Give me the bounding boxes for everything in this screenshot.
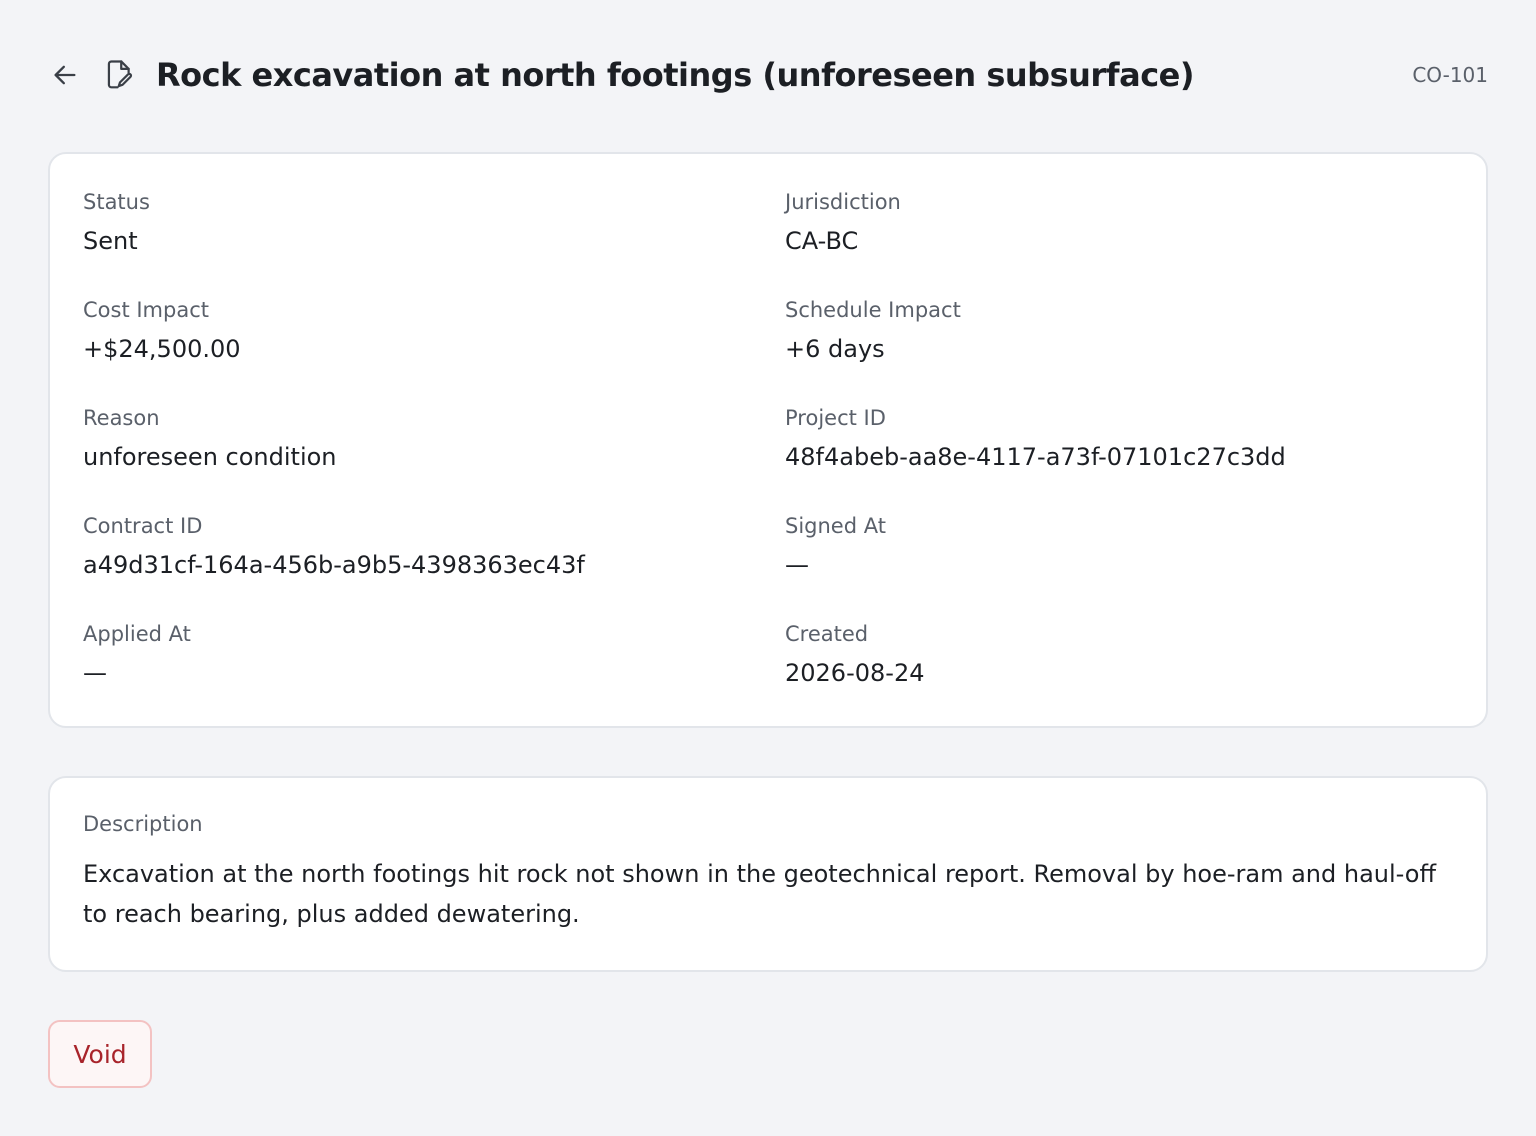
field-schedule-impact: Schedule Impact +6 days (785, 294, 1453, 402)
field-label: Schedule Impact (785, 298, 961, 322)
back-button[interactable] (48, 58, 82, 92)
field-label: Contract ID (83, 514, 203, 538)
details-card: Status Sent Jurisdiction CA-BC Cost Impa… (48, 152, 1488, 728)
contract-id-value: a49d31cf-164a-456b-a9b5-4398363ec43f (83, 551, 585, 579)
field-label: Status (83, 190, 150, 214)
signed-at-value: — (785, 551, 809, 579)
applied-at-value: — (83, 659, 107, 687)
page-title: Rock excavation at north footings (unfor… (156, 56, 1194, 94)
field-label: Applied At (83, 622, 191, 646)
field-label: Signed At (785, 514, 886, 538)
description-text: Excavation at the north footings hit roc… (83, 860, 1436, 928)
field-jurisdiction: Jurisdiction CA-BC (785, 186, 1453, 294)
cost-impact-value: +$24,500.00 (83, 335, 241, 363)
jurisdiction-value: CA-BC (785, 227, 859, 255)
field-applied-at: Applied At — (83, 618, 785, 726)
field-contract-id: Contract ID a49d31cf-164a-456b-a9b5-4398… (83, 510, 785, 618)
page-header: Rock excavation at north footings (unfor… (48, 50, 1488, 100)
field-label: Reason (83, 406, 160, 430)
project-id-value: 48f4abeb-aa8e-4117-a73f-07101c27c3dd (785, 443, 1286, 471)
field-label: Cost Impact (83, 298, 209, 322)
description-label: Description (83, 812, 203, 836)
document-edit-icon (104, 58, 136, 92)
description-card: Description Excavation at the north foot… (48, 776, 1488, 972)
schedule-impact-value: +6 days (785, 335, 885, 363)
field-label: Jurisdiction (785, 190, 901, 214)
field-label: Created (785, 622, 869, 646)
reason-value: unforeseen condition (83, 443, 337, 471)
field-signed-at: Signed At — (785, 510, 1453, 618)
field-label: Project ID (785, 406, 886, 430)
status-value: Sent (83, 227, 138, 255)
change-order-number: CO-101 (1412, 63, 1488, 87)
details-grid: Status Sent Jurisdiction CA-BC Cost Impa… (83, 186, 1453, 726)
void-button[interactable]: Void (48, 1020, 152, 1088)
created-value: 2026-08-24 (785, 659, 925, 687)
field-reason: Reason unforeseen condition (83, 402, 785, 510)
field-created: Created 2026-08-24 (785, 618, 1453, 726)
arrow-left-icon (54, 65, 76, 85)
description-section: Description Excavation at the north foot… (83, 808, 1446, 934)
field-status: Status Sent (83, 186, 785, 294)
field-project-id: Project ID 48f4abeb-aa8e-4117-a73f-07101… (785, 402, 1453, 510)
field-cost-impact: Cost Impact +$24,500.00 (83, 294, 785, 402)
